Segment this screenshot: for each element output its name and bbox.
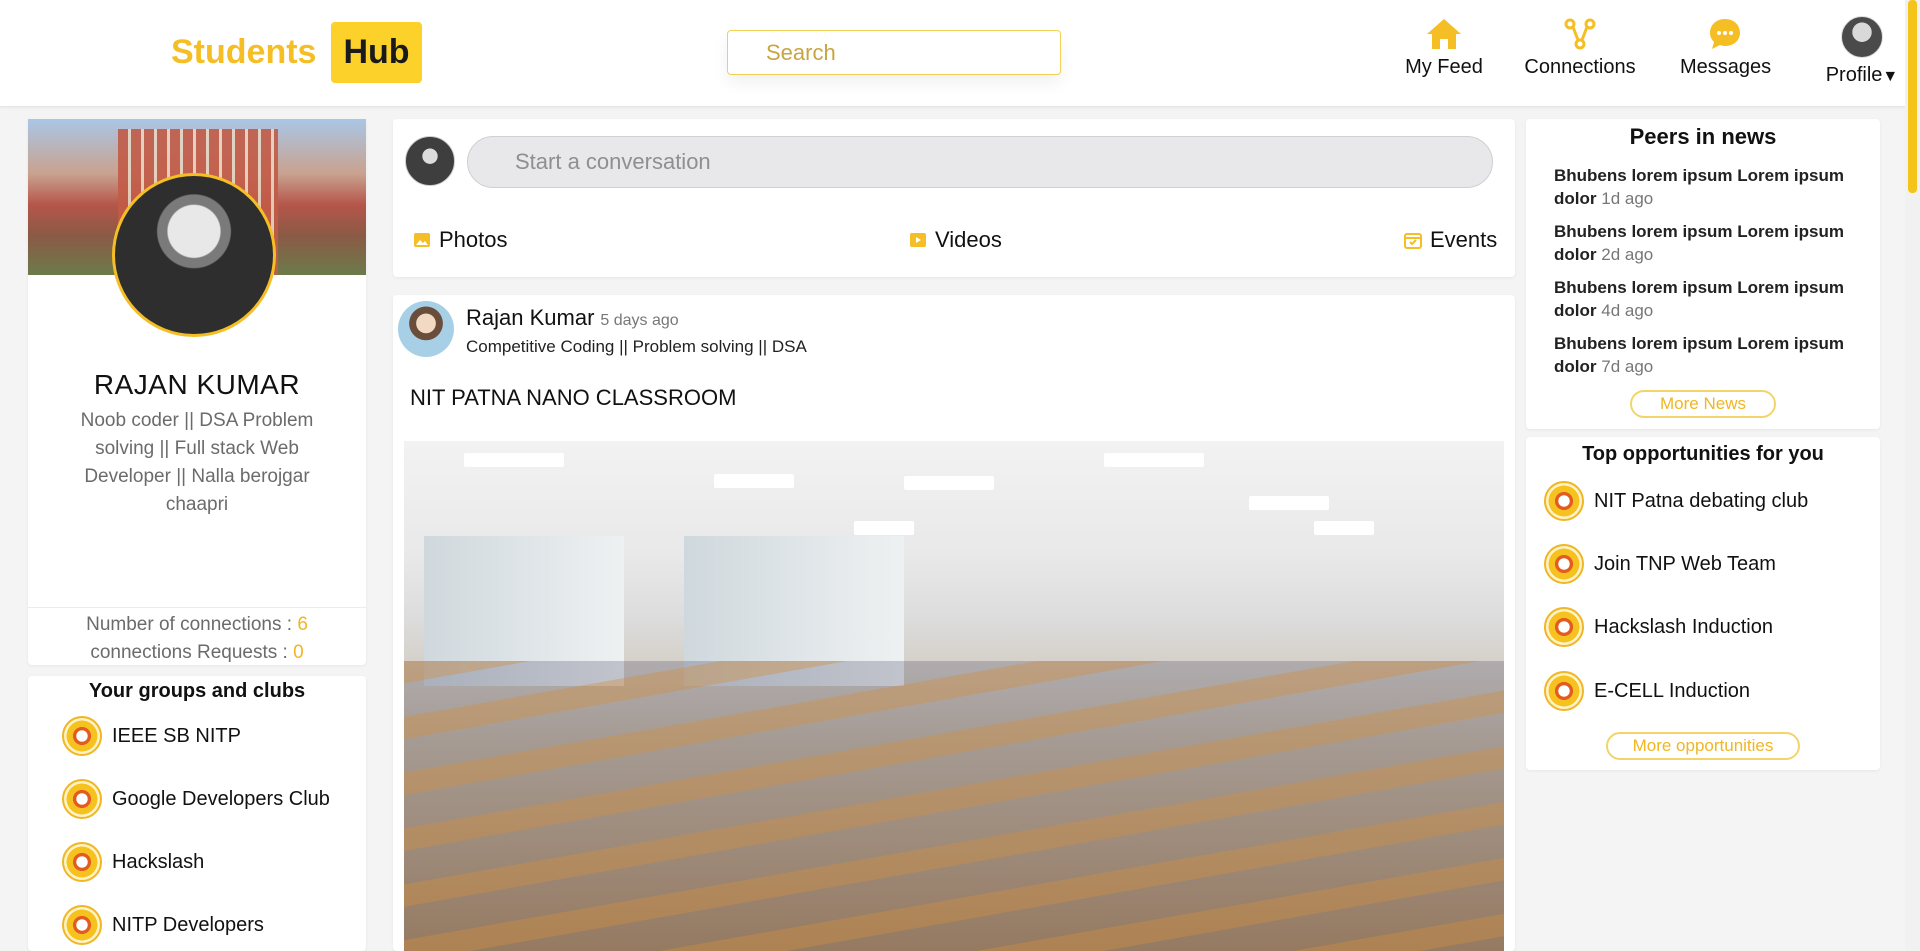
- network-icon: [1524, 16, 1636, 52]
- opportunity-item[interactable]: E-CELL Induction: [1544, 671, 1750, 711]
- more-opportunities-button[interactable]: More opportunities: [1606, 732, 1800, 760]
- news-item[interactable]: Bhubens lorem ipsum Lorem ipsum dolor 1d…: [1554, 164, 1854, 210]
- news-item[interactable]: Bhubens lorem ipsum Lorem ipsum dolor 7d…: [1554, 332, 1854, 378]
- nav-connections[interactable]: Connections: [1524, 16, 1636, 79]
- connection-requests[interactable]: connections Requests : 0: [28, 639, 366, 667]
- group-item[interactable]: NITP Developers: [62, 905, 264, 945]
- videos-button[interactable]: Videos: [909, 227, 1002, 253]
- post-image[interactable]: [404, 441, 1504, 951]
- post-author-headline: Competitive Coding || Problem solving ||…: [466, 337, 807, 356]
- connections-count[interactable]: Number of connections : 6: [28, 611, 366, 639]
- post-text: NIT PATNA NANO CLASSROOM: [410, 385, 737, 410]
- more-news-button[interactable]: More News: [1630, 390, 1776, 418]
- caret-down-icon: ▼: [1882, 68, 1899, 85]
- nav-profile[interactable]: Profile▼: [1806, 16, 1918, 87]
- peers-news-card: Peers in news Bhubens lorem ipsum Lorem …: [1526, 119, 1880, 429]
- feed-post: Rajan Kumar 5 days ago Competitive Coding…: [393, 295, 1515, 951]
- top-navbar: Students Hub My Feed Connections: [0, 0, 1905, 107]
- search-input[interactable]: [727, 30, 1061, 75]
- calendar-icon: [1404, 233, 1422, 249]
- profile-stats: Number of connections : 6 connections Re…: [28, 611, 366, 667]
- opportunity-item[interactable]: Hackslash Induction: [1544, 607, 1773, 647]
- nav-connections-label: Connections: [1524, 56, 1636, 78]
- club-logo-icon: [62, 716, 102, 756]
- post-author-name[interactable]: Rajan Kumar: [466, 305, 594, 330]
- brand-hub: Hub: [331, 22, 422, 83]
- image-icon: [414, 233, 430, 247]
- post-timestamp: 5 days ago: [600, 312, 679, 329]
- opportunity-item[interactable]: NIT Patna debating club: [1544, 481, 1808, 521]
- home-icon: [1404, 16, 1484, 52]
- group-item[interactable]: Google Developers Club: [62, 779, 330, 819]
- club-logo-icon: [1544, 481, 1584, 521]
- photos-button[interactable]: Photos: [413, 227, 508, 253]
- club-logo-icon: [62, 779, 102, 819]
- scrollbar[interactable]: [1905, 0, 1920, 951]
- events-button[interactable]: Events: [1404, 227, 1497, 253]
- nav-profile-label: Profile: [1825, 64, 1883, 86]
- news-item[interactable]: Bhubens lorem ipsum Lorem ipsum dolor 2d…: [1554, 220, 1854, 266]
- opportunities-card: Top opportunities for you NIT Patna deba…: [1526, 437, 1880, 770]
- club-logo-icon: [1544, 671, 1584, 711]
- profile-name: RAJAN KUMAR: [93, 369, 301, 400]
- club-logo-icon: [1544, 607, 1584, 647]
- post-author-avatar[interactable]: [398, 301, 454, 357]
- nav-messages[interactable]: Messages: [1680, 16, 1772, 79]
- news-title: Peers in news: [1629, 124, 1777, 149]
- post-composer: Start a conversation Photos Videos Event…: [393, 119, 1515, 277]
- brand-logo[interactable]: Students Hub: [171, 22, 422, 83]
- divider: [28, 607, 366, 608]
- nav-my-feed[interactable]: My Feed: [1404, 16, 1484, 79]
- brand-students: Students: [171, 33, 317, 71]
- video-icon: [910, 233, 926, 247]
- profile-photo[interactable]: [112, 173, 276, 337]
- opportunities-title: Top opportunities for you: [1582, 443, 1824, 465]
- scrollbar-thumb[interactable]: [1908, 0, 1917, 193]
- profile-bio: Noob coder || DSA Problem solving || Ful…: [80, 410, 314, 515]
- opportunity-item[interactable]: Join TNP Web Team: [1544, 544, 1776, 584]
- group-item[interactable]: Hackslash: [62, 842, 204, 882]
- nav-my-feed-label: My Feed: [1405, 56, 1483, 78]
- groups-title: Your groups and clubs: [88, 680, 306, 702]
- group-item[interactable]: IEEE SB NITP: [62, 716, 241, 756]
- news-item[interactable]: Bhubens lorem ipsum Lorem ipsum dolor 4d…: [1554, 276, 1854, 322]
- club-logo-icon: [62, 905, 102, 945]
- club-logo-icon: [1544, 544, 1584, 584]
- profile-avatar: [1841, 16, 1883, 58]
- composer-avatar: [405, 136, 455, 186]
- nav-messages-label: Messages: [1680, 56, 1772, 78]
- club-logo-icon: [62, 842, 102, 882]
- start-conversation-input[interactable]: Start a conversation: [467, 136, 1493, 188]
- groups-card: Your groups and clubs IEEE SB NITP Googl…: [28, 676, 366, 951]
- profile-card: RAJAN KUMAR Noob coder || DSA Problem so…: [28, 119, 366, 665]
- chat-bubble-icon: [1680, 16, 1770, 52]
